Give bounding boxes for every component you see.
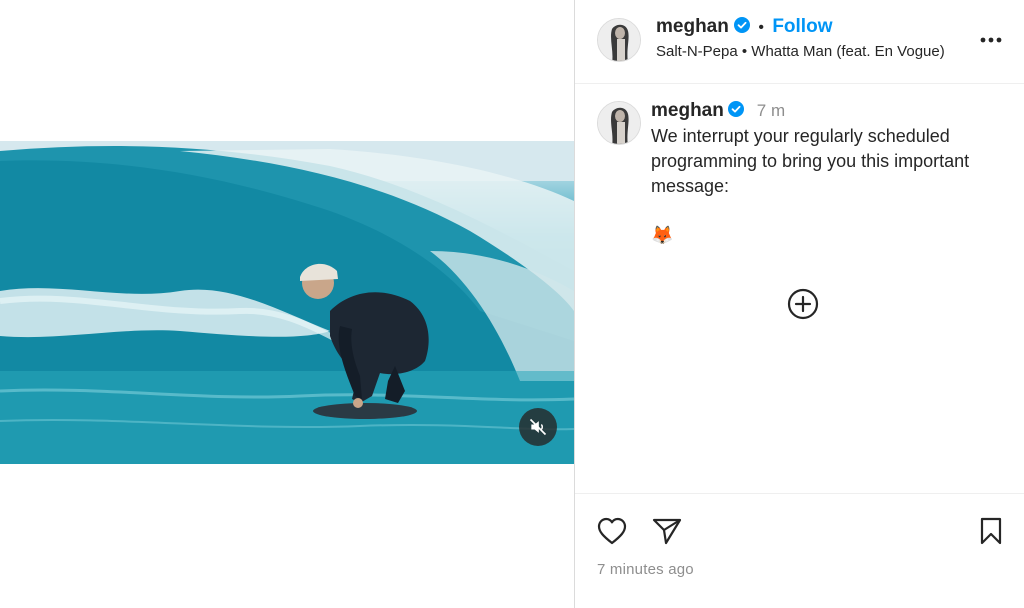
avatar-photo	[598, 19, 640, 61]
load-more-comments-button[interactable]	[786, 287, 820, 321]
audio-attribution[interactable]: Salt-N-Pepa • Whatta Man (feat. En Vogue…	[656, 42, 974, 62]
verified-badge-icon	[734, 17, 751, 33]
post-timestamp[interactable]: 7 minutes ago	[597, 561, 694, 578]
header-separator: •	[758, 19, 765, 36]
caption-age[interactable]: 7 m	[757, 101, 785, 120]
share-button[interactable]	[650, 514, 684, 548]
media-pane	[0, 0, 574, 608]
caption-emoji: 🦊	[651, 225, 674, 245]
mute-toggle-button[interactable]	[519, 408, 557, 446]
header-author-line: meghan • Follow	[656, 15, 832, 40]
caption-author-avatar[interactable]	[597, 101, 641, 145]
paper-plane-icon	[652, 518, 682, 545]
caption-text: We interrupt your regularly scheduled pr…	[651, 126, 970, 196]
bookmark-icon	[980, 517, 1002, 545]
comments-section: meghan 7 m We interrupt your regularly s…	[575, 85, 1024, 493]
speaker-muted-icon	[529, 418, 547, 436]
author-avatar[interactable]	[597, 18, 641, 62]
caption-author-line: meghan 7 m	[651, 99, 785, 124]
save-button[interactable]	[974, 514, 1008, 548]
post-video[interactable]	[0, 141, 574, 464]
like-button[interactable]	[595, 514, 629, 548]
avatar-photo	[598, 102, 640, 144]
verified-badge-icon	[728, 101, 745, 117]
heart-icon	[597, 517, 627, 545]
plus-circle-icon	[787, 288, 819, 320]
author-username[interactable]: meghan	[656, 16, 729, 37]
post-side-panel: meghan • Follow Salt-N-Pepa • Whatta Man…	[575, 0, 1024, 608]
surf-scene	[0, 141, 574, 464]
more-horizontal-icon	[980, 37, 1002, 43]
post-actions: 7 minutes ago	[575, 493, 1024, 608]
post-header: meghan • Follow Salt-N-Pepa • Whatta Man…	[575, 0, 1024, 84]
follow-button[interactable]: Follow	[772, 16, 832, 37]
caption-author-username[interactable]: meghan	[651, 100, 724, 121]
more-options-button[interactable]	[977, 28, 1005, 52]
